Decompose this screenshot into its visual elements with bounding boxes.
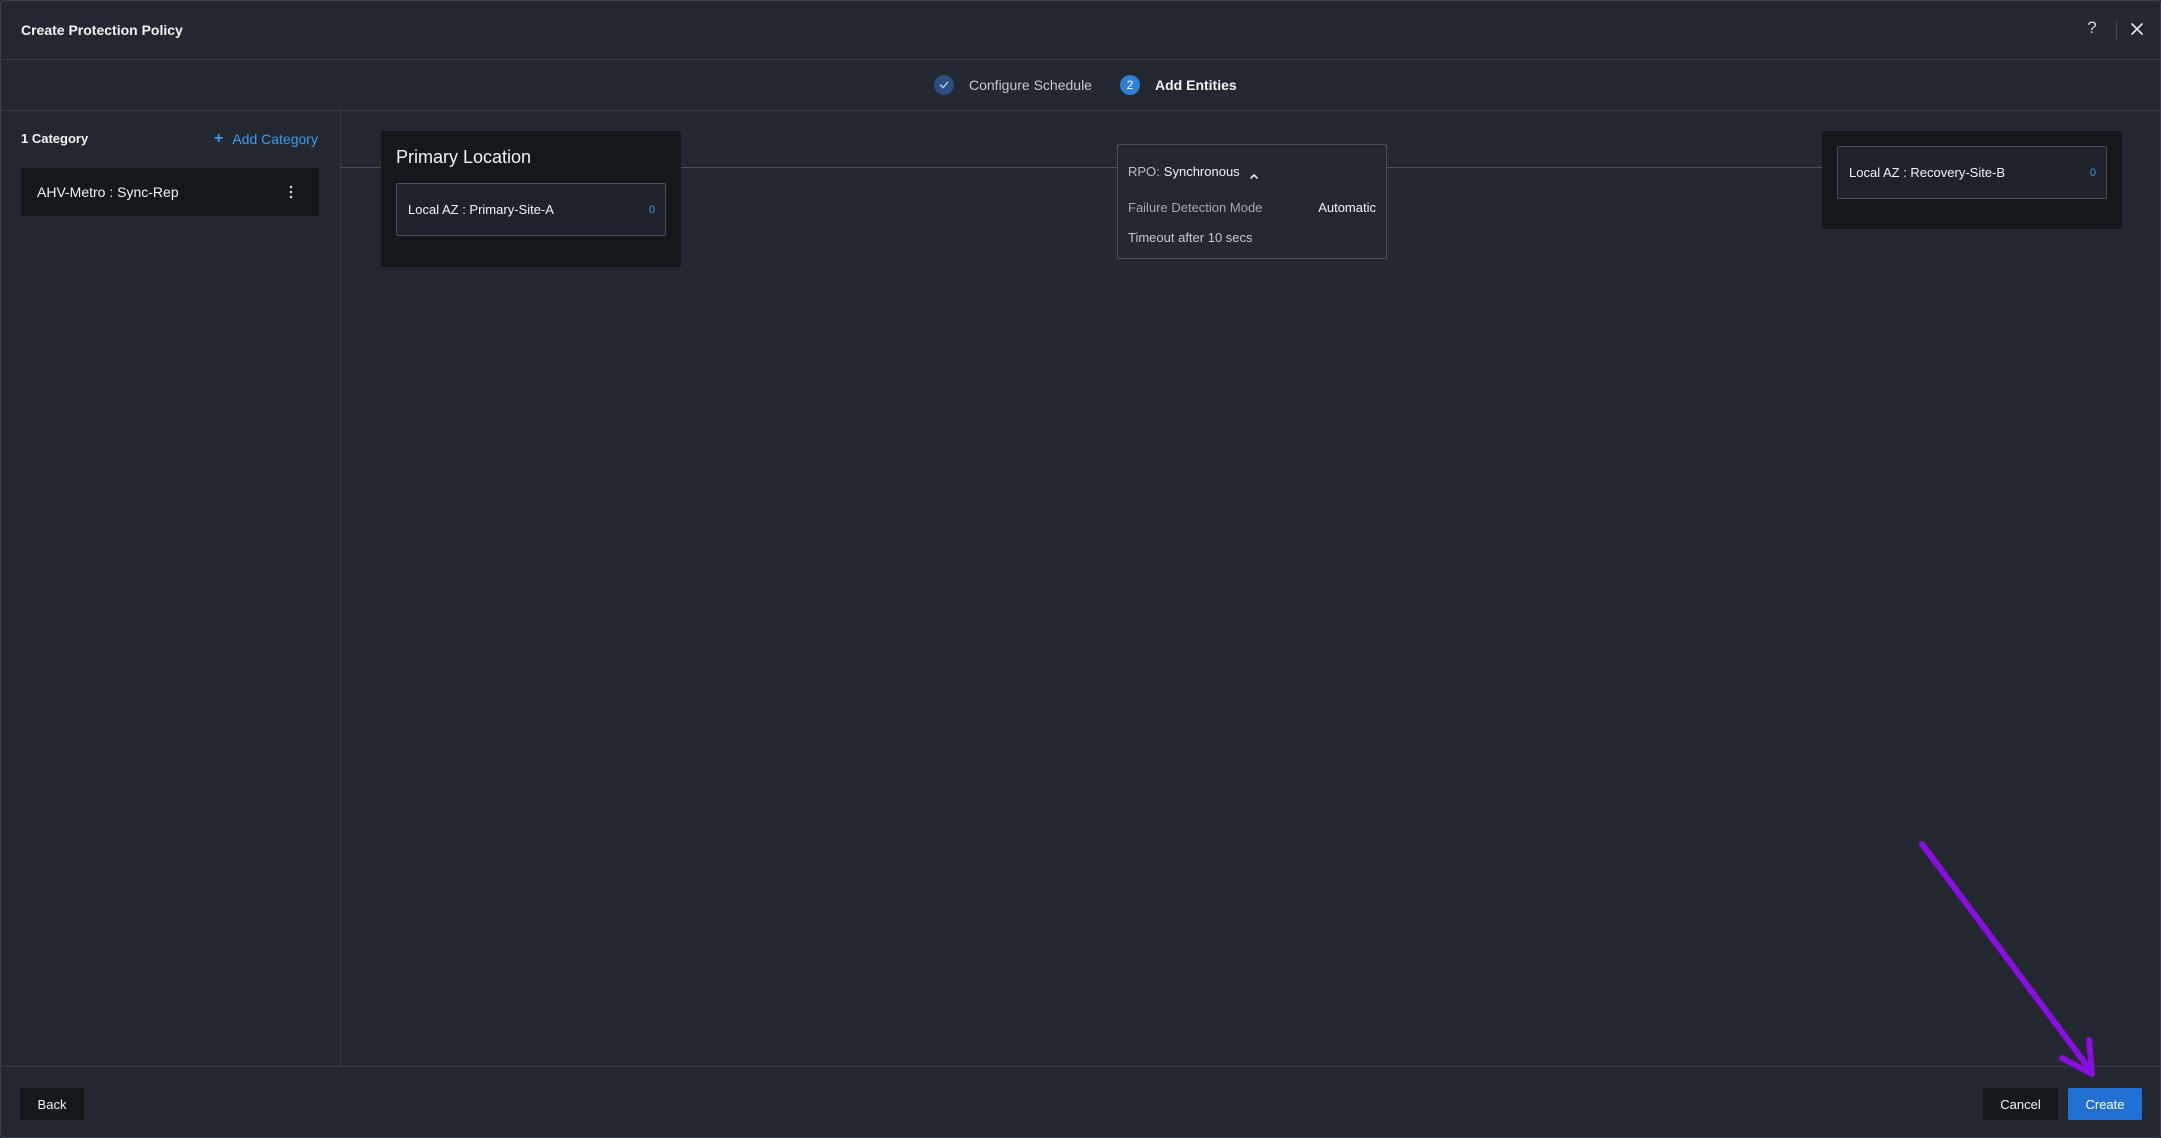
- category-count: 1 Category: [21, 131, 89, 146]
- primary-location-card: Primary Location Local AZ : Primary-Site…: [381, 131, 681, 267]
- dialog-title: Create Protection Policy: [21, 22, 183, 38]
- primary-site-count: 0: [648, 204, 655, 216]
- help-icon[interactable]: ?: [2082, 18, 2102, 42]
- failure-detection-label: Failure Detection Mode: [1128, 200, 1263, 215]
- create-button[interactable]: Create: [2068, 1088, 2142, 1120]
- dialog-footer: Back Cancel Create: [1, 1066, 2160, 1137]
- rpo-key: RPO:: [1128, 164, 1160, 179]
- header-divider: [2116, 20, 2117, 40]
- recovery-site-field[interactable]: Local AZ : Recovery-Site-B 0: [1837, 146, 2107, 199]
- primary-site-field[interactable]: Local AZ : Primary-Site-A 0: [396, 183, 666, 236]
- cancel-button[interactable]: Cancel: [1983, 1088, 2058, 1120]
- step-configure-schedule[interactable]: Configure Schedule: [934, 74, 1092, 96]
- category-sidebar: 1 Category + Add Category AHV-Metro : Sy…: [1, 111, 341, 1066]
- wizard-steps: Configure Schedule 2 Add Entities: [1, 60, 2160, 111]
- plus-icon: +: [214, 130, 224, 147]
- recovery-site-label: Local AZ : Recovery-Site-B: [1849, 165, 2006, 180]
- category-label: AHV-Metro : Sync-Rep: [37, 184, 179, 200]
- step-label: Add Entities: [1155, 77, 1237, 93]
- check-icon: [934, 75, 954, 95]
- recovery-location-card: Local AZ : Recovery-Site-B 0: [1822, 131, 2122, 229]
- create-protection-policy-dialog: Create Protection Policy ? Configure Sch…: [0, 0, 2161, 1138]
- rpo-value: Synchronous: [1163, 164, 1240, 179]
- back-button[interactable]: Back: [20, 1088, 84, 1120]
- add-category-label: Add Category: [232, 131, 318, 147]
- rpo-panel: RPO: Synchronous Failure Detection Mode …: [1117, 144, 1387, 259]
- close-icon[interactable]: [2125, 17, 2149, 41]
- primary-site-label: Local AZ : Primary-Site-A: [408, 202, 554, 217]
- timeout-text: Timeout after 10 secs: [1128, 230, 1253, 245]
- step-add-entities[interactable]: 2 Add Entities: [1120, 74, 1237, 96]
- kebab-menu-icon[interactable]: [281, 181, 301, 203]
- add-category-button[interactable]: + Add Category: [214, 130, 318, 148]
- failure-detection-value: Automatic: [1318, 200, 1376, 215]
- primary-location-title: Primary Location: [396, 147, 532, 167]
- step-label: Configure Schedule: [969, 77, 1092, 93]
- recovery-site-count: 0: [2089, 167, 2096, 179]
- step-number-badge: 2: [1120, 75, 1140, 95]
- dialog-header: Create Protection Policy ?: [1, 1, 2160, 60]
- category-item[interactable]: AHV-Metro : Sync-Rep: [21, 168, 319, 216]
- chevron-up-icon: [1249, 168, 1259, 179]
- rpo-toggle[interactable]: RPO: Synchronous: [1128, 164, 1259, 179]
